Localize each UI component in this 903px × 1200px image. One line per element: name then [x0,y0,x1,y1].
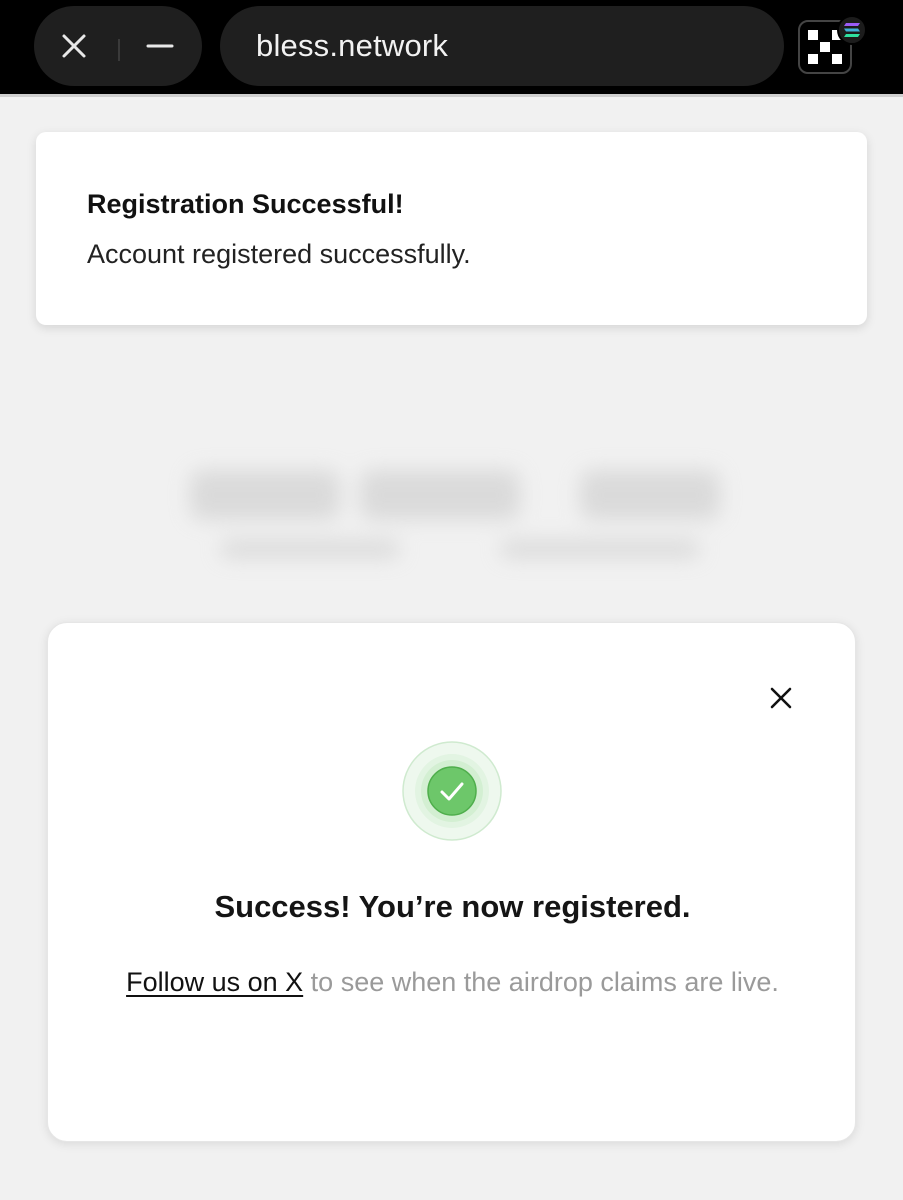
toolbar-divider [0,94,903,97]
registration-toast: Registration Successful! Account registe… [36,132,867,325]
follow-on-x-link[interactable]: Follow us on X [126,967,303,997]
modal-description: Follow us on X to see when the airdrop c… [118,961,787,1004]
minimize-icon[interactable] [144,30,176,62]
address-bar[interactable]: bless.network [220,6,784,86]
toast-title: Registration Successful! [87,189,404,219]
close-icon[interactable] [768,685,794,711]
browser-toolbar: bless.network [0,0,903,94]
url-text: bless.network [256,28,449,63]
modal-title: Success! You’re now registered. [214,889,691,924]
toast-message: Account registered successfully. [87,239,471,269]
controls-divider [118,39,120,61]
success-modal: Success! You’re now registered. Follow u… [47,622,856,1142]
close-icon[interactable] [58,30,90,62]
check-circle-icon [402,741,502,841]
blurred-block [580,470,720,520]
blurred-block [190,470,340,520]
solana-icon [837,15,867,45]
blurred-block [500,540,700,558]
modal-description-text: to see when the airdrop claims are live. [303,967,779,997]
blurred-block [360,470,520,520]
window-controls [34,6,202,86]
blurred-background-content [130,440,770,610]
blurred-block [220,540,400,558]
